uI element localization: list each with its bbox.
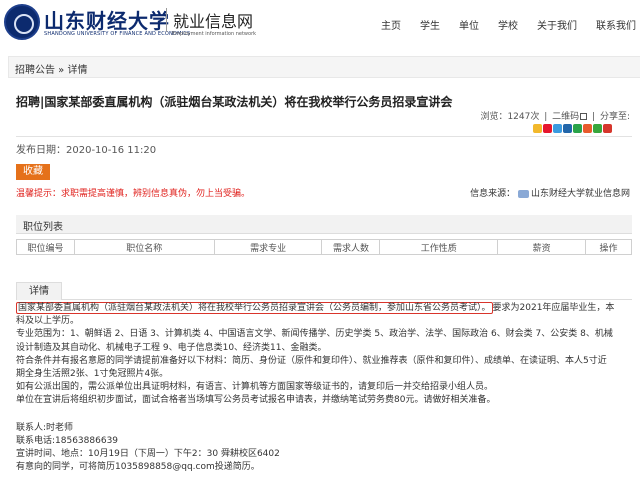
- main-nav: 主页 学生 单位 学校 关于我们 联系我们: [362, 17, 636, 32]
- share-douban-icon[interactable]: [573, 124, 582, 133]
- breadcrumb[interactable]: 招聘公告 » 详情: [15, 61, 87, 76]
- share-qzone-icon[interactable]: [533, 124, 542, 133]
- body-line: 单位在宣讲后将组织初步面试，面试合格者当场填写公务员考试报名申请表，并缴纳笔试劳…: [16, 395, 496, 406]
- logo-chinese[interactable]: 山东财经大学: [44, 5, 170, 34]
- site-header: 山东财经大学 SHANDONG UNIVERSITY OF FINANCE AN…: [0, 0, 640, 48]
- nav-school[interactable]: 学校: [498, 17, 518, 32]
- nav-home[interactable]: 主页: [381, 17, 401, 32]
- qrcode-link[interactable]: 二维码: [552, 112, 579, 122]
- event-time-place: 宣讲时间、地点：10月19日（下周一）下午2：30 舜耕校区6402: [16, 449, 280, 460]
- share-more-icon[interactable]: [583, 124, 592, 133]
- favorite-button[interactable]: 收藏: [16, 164, 50, 180]
- article-meta: 浏览：1247次 | 二维码 | 分享至:: [480, 112, 630, 122]
- view-count: 浏览：1247次: [480, 112, 540, 122]
- tab-detail[interactable]: 详情: [16, 282, 62, 300]
- share-tencent-weibo-icon[interactable]: [553, 124, 562, 133]
- positions-section-header: 职位列表: [16, 215, 632, 234]
- share-icons: [533, 124, 613, 133]
- page-title: 招聘|国家某部委直属机构（派驻烟台某政法机关）将在我校举行公务员招录宣讲会: [16, 95, 453, 109]
- col-position-name: 职位名称: [73, 239, 215, 255]
- divider: [16, 136, 632, 137]
- col-actions: 操作: [585, 239, 632, 255]
- col-headcount: 需求人数: [321, 239, 381, 255]
- share-kaixin-icon[interactable]: [603, 124, 612, 133]
- share-label: 分享至:: [599, 112, 630, 122]
- body-line: 国家某部委直属机构（派驻烟台某政法机关）将在我校举行公务员招录宣讲会（公务员编制…: [16, 302, 615, 314]
- detail-tab-bar: 详情: [16, 282, 632, 300]
- source-site-icon: [517, 189, 529, 198]
- share-wechat-icon[interactable]: [593, 124, 602, 133]
- qrcode-icon[interactable]: [580, 113, 588, 120]
- publish-date: 发布日期：2020-10-16 11:20: [16, 145, 157, 156]
- body-line: 符合条件并有报名意愿的同学请提前准备好以下材料：简历、身份证（原件和复印件）、就…: [16, 355, 607, 366]
- university-emblem-icon[interactable]: [4, 4, 40, 40]
- info-source: 信息来源： 山东财经大学就业信息网: [470, 186, 630, 199]
- site-name-english: Employment information network: [172, 31, 257, 37]
- source-value[interactable]: 山东财经大学就业信息网: [531, 189, 630, 199]
- col-position-id: 职位编号: [16, 239, 75, 255]
- positions-table: 职位编号 职位名称 需求专业 需求人数 工作性质 薪资 操作: [16, 239, 632, 255]
- breadcrumb-bar: 招聘公告 » 详情: [8, 56, 640, 78]
- col-salary: 薪资: [497, 239, 587, 255]
- nav-employers[interactable]: 单位: [459, 17, 479, 32]
- nav-about[interactable]: 关于我们: [537, 17, 577, 32]
- share-renren-icon[interactable]: [563, 124, 572, 133]
- nav-students[interactable]: 学生: [420, 17, 440, 32]
- highlighted-announcement: 国家某部委直属机构（派驻烟台某政法机关）将在我校举行公务员招录宣讲会（公务员编制…: [16, 302, 493, 314]
- table-header-row: 职位编号 职位名称 需求专业 需求人数 工作性质 薪资 操作: [16, 239, 632, 255]
- site-name[interactable]: 就业信息网: [166, 8, 253, 32]
- body-line: 专业范围为：1、朝鲜语 2、日语 3、计算机类 4、中国语言文学、新闻传播学、历…: [16, 329, 613, 340]
- body-line: 期全身生活照2张、1寸免冠照片4张。: [16, 369, 169, 380]
- body-line: 科及以上学历。: [16, 316, 80, 327]
- warning-notice: 温馨提示：求职需提高谨慎，辨别信息真伪，勿上当受骗。: [16, 189, 251, 199]
- body-line: 如有公派出国的，需公派单位出具证明材料，有语言、计算机等方面国家等级证书的，请复…: [16, 382, 494, 393]
- share-weibo-icon[interactable]: [543, 124, 552, 133]
- nav-contact[interactable]: 联系我们: [596, 17, 636, 32]
- article-body: 国家某部委直属机构（派驻烟台某政法机关）将在我校举行公务员招录宣讲会（公务员编制…: [16, 302, 636, 474]
- col-job-type: 工作性质: [379, 239, 499, 255]
- body-line: 设计制造及其自动化、机械电子工程 9、电子信息类10、经济类11、金融类。: [16, 342, 327, 353]
- positions-section-title: 职位列表: [23, 222, 63, 233]
- contact-person: 联系人:时老师: [16, 422, 74, 433]
- contact-phone: 联系电话:18563886639: [16, 435, 119, 446]
- resume-email: 有意向的同学，可将简历1035898858@qq.com投递简历。: [16, 462, 260, 473]
- col-major: 需求专业: [213, 239, 323, 255]
- source-label: 信息来源：: [470, 189, 516, 199]
